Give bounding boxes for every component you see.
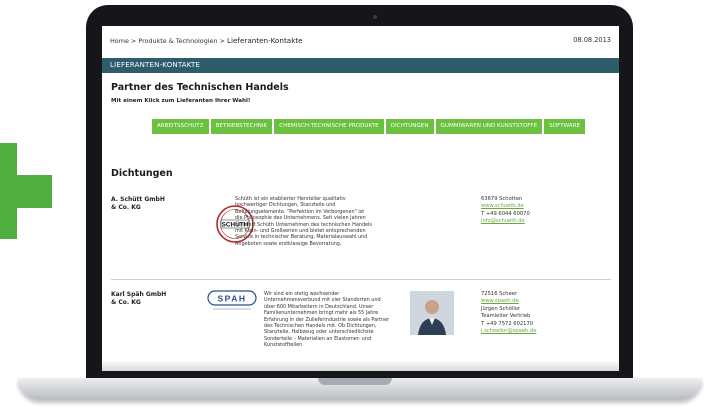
breadcrumb-separator: >	[219, 37, 225, 45]
breadcrumb-separator: >	[130, 37, 137, 45]
category-filter-bar: ARBEITSSCHUTZ BETRIEBSTECHNIK CHEMISCH-T…	[117, 119, 619, 137]
category-title: Dichtungen	[111, 168, 173, 179]
contact-website-link[interactable]: www.spaeh.de	[481, 298, 601, 305]
page-date: 08.08.2013	[573, 36, 611, 44]
filter-dichtungen-button[interactable]: DICHTUNGEN	[385, 119, 434, 134]
filter-software-button[interactable]: SOFTWARE	[544, 119, 586, 134]
laptop-base-notch	[318, 378, 392, 385]
plus-sign-decoration-bar	[0, 175, 52, 208]
breadcrumb-products[interactable]: Produkte & Technologien	[138, 37, 217, 45]
supplier-contact: 72516 Scheer www.spaeh.de Jürgen Schöllo…	[481, 291, 601, 335]
filter-chemisch-technische-button[interactable]: CHEMISCH-TECHNISCHE PRODUKTE	[274, 119, 384, 134]
spaeh-logo: SPAH	[207, 290, 257, 310]
contact-email-link[interactable]: j.schoellor@spaeh.de	[481, 328, 601, 335]
contact-city: 72516 Scheer	[481, 291, 518, 297]
contact-phone: T +49 6044 60070	[481, 210, 530, 217]
contact-email-link[interactable]: info@schueth.de	[481, 218, 601, 225]
contact-person: Jürgen Schöllor	[481, 305, 521, 312]
filter-arbeitsschutz-button[interactable]: ARBEITSSCHUTZ	[151, 119, 209, 134]
breadcrumb-home[interactable]: Home	[110, 37, 129, 45]
supplier-name: A. Schütt GmbH & Co. KG	[111, 196, 165, 211]
supplier-description: Wir sind ein stetig wachsender Unternehm…	[264, 291, 390, 349]
section-header: LIEFERANTEN-KONTAKTE	[102, 58, 619, 73]
camera-icon	[373, 15, 377, 19]
entry-divider	[111, 279, 611, 280]
contact-person-photo	[410, 291, 454, 335]
filter-betriebstechnik-button[interactable]: BETRIEBSTECHNIK	[210, 119, 273, 134]
contact-city: 63679 Schotten	[481, 196, 523, 202]
supplier-name: Karl Späh GmbH & Co. KG	[111, 291, 167, 306]
supplier-description: Schüth ist ein etablierter Hersteller qu…	[235, 196, 372, 247]
filter-gummiwaren-button[interactable]: GUMMIWAREN UND KUNSTSTOFFE	[435, 119, 543, 134]
breadcrumb: Home > Produkte & Technologien > Liefera…	[110, 36, 303, 45]
contact-website-link[interactable]: www.schueth.de	[481, 203, 601, 210]
laptop-screen: Home > Produkte & Technologien > Liefera…	[102, 26, 619, 371]
contact-phone: T +49 7572 602170	[481, 320, 534, 327]
page-title: Partner des Technischen Handels	[111, 82, 289, 93]
top-bar: Home > Produkte & Technologien > Liefera…	[110, 33, 611, 47]
spaeh-logo-text: SPAH	[218, 294, 247, 304]
page-subtitle: Mit einem Klick zum Lieferanten Ihrer Wa…	[111, 98, 251, 104]
supplier-contact: 63679 Schotten www.schueth.de T +49 6044…	[481, 196, 601, 226]
contact-role: Teamleiter Vertrieb	[481, 313, 531, 320]
breadcrumb-current: Lieferanten-Kontakte	[226, 36, 303, 45]
